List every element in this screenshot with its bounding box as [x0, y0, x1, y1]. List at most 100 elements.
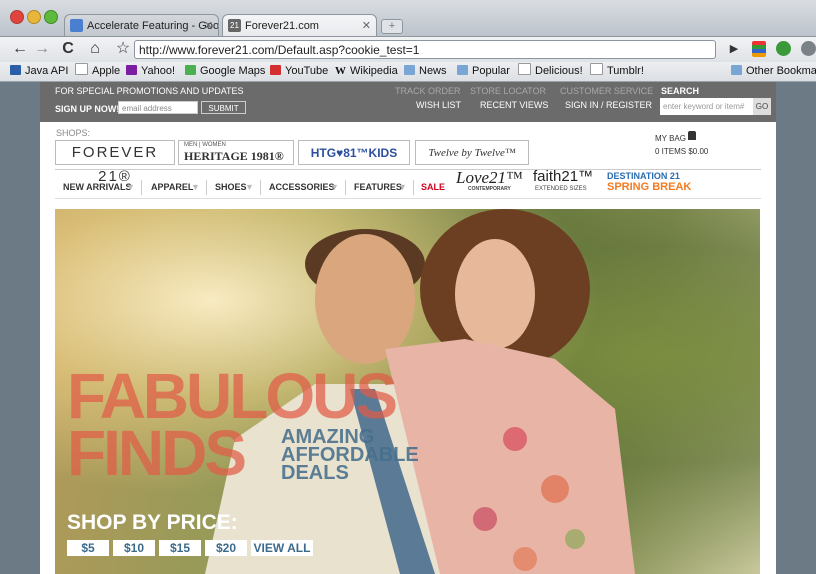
nav-new-arrivals[interactable]: NEW ARRIVALS	[63, 182, 132, 192]
price-20-button[interactable]: $20	[205, 540, 247, 556]
nav-separator	[260, 180, 261, 195]
destination21-label: DESTINATION 21	[607, 171, 680, 181]
bookmark-yahoo[interactable]: Yahoo!	[126, 62, 175, 81]
recent-views-link[interactable]: RECENT VIEWS	[480, 100, 548, 110]
extension-icon[interactable]	[752, 41, 766, 57]
hero-deals: DEALS	[281, 462, 349, 484]
reload-icon[interactable]: C	[58, 39, 78, 59]
back-arrow-icon[interactable]: ←	[10, 39, 30, 59]
page-icon	[75, 63, 88, 75]
search-input[interactable]: enter keyword or item#	[660, 98, 753, 115]
nav-separator	[206, 180, 207, 195]
store-locator-link[interactable]: STORE LOCATOR	[470, 86, 546, 96]
bookmark-popular[interactable]: Popular	[457, 62, 510, 81]
bookmark-google-maps[interactable]: Google Maps	[185, 62, 265, 81]
heritage-label: HERITAGE 1981®	[184, 149, 284, 163]
shop-htg-kids[interactable]: HTG♥81™KIDS	[298, 140, 410, 165]
nav-separator	[413, 180, 414, 195]
forward-arrow-icon[interactable]: →	[32, 39, 52, 59]
forever21-favicon-icon: 21	[228, 19, 241, 32]
woman-face	[455, 239, 535, 349]
yahoo-icon	[126, 65, 137, 75]
tab-forever21[interactable]: 21 Forever21.com ✕	[222, 14, 377, 36]
view-all-button[interactable]: VIEW ALL	[251, 540, 313, 556]
chevron-down-icon: ▼	[126, 182, 135, 192]
go-button[interactable]: GO	[753, 98, 771, 115]
divider	[55, 198, 761, 199]
destination21-link[interactable]: DESTINATION 21 SPRING BREAK	[607, 171, 691, 195]
tab-accelerate[interactable]: Accelerate Featuring - Goog ✕	[64, 14, 219, 36]
hero-finds: FINDS	[67, 417, 247, 489]
bookmark-star-icon[interactable]: ☆	[113, 39, 133, 59]
submit-button[interactable]: SUBMIT	[201, 101, 246, 114]
new-tab-button[interactable]: +	[381, 19, 403, 34]
nav-apparel[interactable]: APPAREL	[151, 182, 193, 192]
minimize-window-button[interactable]	[27, 10, 41, 24]
zoom-window-button[interactable]	[44, 10, 58, 24]
address-bar[interactable]: http://www.forever21.com/Default.asp?coo…	[134, 40, 716, 59]
love21-logo[interactable]: Love21™ CONTEMPORARY	[456, 168, 523, 194]
nav-separator	[345, 180, 346, 195]
bookmark-news[interactable]: News	[404, 62, 447, 81]
love21-label: Love21™	[456, 168, 523, 187]
nav-accessories[interactable]: ACCESSORIES	[269, 182, 335, 192]
bookmark-apple[interactable]: Apple	[75, 62, 120, 81]
page-icon	[518, 63, 531, 75]
folder-icon	[457, 65, 468, 75]
bookmarks-bar: Java API Apple Yahoo! Google Maps YouTub…	[0, 62, 816, 82]
man-face	[315, 234, 415, 364]
my-bag-label[interactable]: MY BAG	[655, 134, 686, 143]
spring-break-label: SPRING BREAK	[607, 181, 692, 193]
shop-by-price-label: SHOP BY PRICE:	[67, 511, 238, 534]
promo-text: FOR SPECIAL PROMOTIONS AND UPDATES	[55, 86, 244, 96]
youtube-icon	[270, 65, 281, 75]
signup-label: SIGN UP NOW!	[55, 104, 120, 114]
folder-icon	[731, 65, 742, 75]
close-tab-icon[interactable]: ✕	[204, 15, 213, 36]
divider	[55, 169, 761, 170]
shop-twelve-by-twelve[interactable]: Twelve by Twelve™	[415, 140, 529, 165]
page-icon	[590, 63, 603, 75]
shop-heritage[interactable]: MEN | WOMEN HERITAGE 1981®	[178, 140, 294, 165]
nav-sale[interactable]: SALE	[421, 182, 445, 192]
faith21-label: faith21™	[533, 168, 594, 185]
bookmark-java-api[interactable]: Java API	[10, 62, 68, 81]
chevron-down-icon: ▼	[245, 182, 254, 192]
faith21-logo[interactable]: faith21™ EXTENDED SIZES	[533, 168, 599, 194]
bookmark-other[interactable]: Other Bookmarks	[731, 62, 816, 81]
nav-separator	[141, 180, 142, 195]
price-15-button[interactable]: $15	[159, 540, 201, 556]
wrench-icon[interactable]	[801, 41, 816, 56]
wikipedia-icon: W	[335, 65, 346, 77]
bookmark-delicious[interactable]: Delicious!	[518, 62, 583, 81]
email-field[interactable]: email address	[118, 101, 198, 114]
extension-refresh-icon[interactable]	[776, 41, 791, 56]
sign-in-register-link[interactable]: SIGN IN / REGISTER	[565, 100, 652, 110]
search-label: SEARCH	[661, 86, 700, 96]
price-5-button[interactable]: $5	[67, 540, 109, 556]
nav-shoes[interactable]: SHOES	[215, 182, 247, 192]
chevron-down-icon: ▼	[330, 182, 339, 192]
bookmark-wikipedia[interactable]: W Wikipedia	[335, 62, 398, 81]
bookmark-youtube[interactable]: YouTube	[270, 62, 328, 81]
bookmark-tumblr[interactable]: Tumblr!	[590, 62, 644, 81]
shopping-bag-icon[interactable]	[688, 131, 696, 140]
shop-forever21[interactable]: FOREVER 21®	[55, 140, 175, 185]
price-10-button[interactable]: $10	[113, 540, 155, 556]
shops-label: SHOPS:	[56, 128, 91, 138]
home-icon[interactable]: ⌂	[85, 39, 105, 59]
hero-banner[interactable]: FABULOUS FINDS AMAZING AFFORDABLE DEALS …	[55, 209, 760, 574]
chevron-down-icon: ▼	[398, 182, 407, 192]
nav-features[interactable]: FEATURES	[354, 182, 402, 192]
wish-list-link[interactable]: WISH LIST	[416, 100, 461, 110]
bag-items-count[interactable]: 0 ITEMS $0.00	[655, 147, 708, 156]
google-favicon-icon	[70, 19, 83, 32]
track-order-link[interactable]: TRACK ORDER	[395, 86, 461, 96]
tab-label: Accelerate Featuring - Goog	[87, 20, 219, 32]
sun-icon	[10, 65, 21, 75]
close-window-button[interactable]	[10, 10, 24, 24]
tab-label: Forever21.com	[245, 20, 319, 32]
close-tab-icon[interactable]: ✕	[362, 15, 371, 36]
customer-service-link[interactable]: CUSTOMER SERVICE	[560, 86, 653, 96]
page-menu-icon[interactable]: ▶	[724, 39, 744, 59]
